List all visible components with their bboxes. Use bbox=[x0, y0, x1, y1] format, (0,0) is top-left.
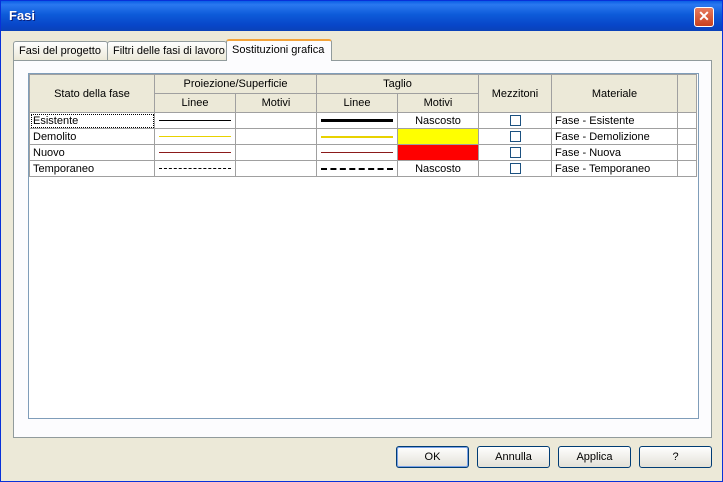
material-cell[interactable]: Fase - Demolizione bbox=[551, 128, 678, 145]
table-row[interactable]: Demolito Fase - Demolizione bbox=[29, 128, 697, 145]
row-spacer bbox=[677, 112, 697, 129]
cut-line-cell[interactable] bbox=[316, 160, 398, 177]
line-sample bbox=[159, 136, 231, 137]
header-proiezione[interactable]: Proiezione/Superficie bbox=[154, 74, 317, 94]
table-row[interactable]: Esistente Nascosto Fase - Esistente bbox=[29, 112, 697, 129]
phases-dialog: Fasi ✕ Fasi del progetto Filtri delle fa… bbox=[0, 0, 723, 482]
projection-line-cell[interactable] bbox=[154, 160, 236, 177]
line-sample bbox=[159, 168, 231, 169]
tab-label: Fasi del progetto bbox=[19, 45, 101, 57]
header-materiale[interactable]: Materiale bbox=[551, 74, 678, 113]
window-title: Fasi bbox=[9, 8, 36, 23]
material-cell[interactable]: Fase - Nuova bbox=[551, 144, 678, 161]
line-sample bbox=[321, 167, 393, 170]
cut-pattern-cell[interactable] bbox=[397, 128, 479, 145]
projection-line-cell[interactable] bbox=[154, 144, 236, 161]
apply-button[interactable]: Applica bbox=[558, 446, 631, 468]
line-sample bbox=[321, 135, 393, 138]
halftone-checkbox[interactable] bbox=[509, 131, 521, 143]
header-spacer bbox=[677, 74, 697, 113]
ok-button[interactable]: OK bbox=[396, 446, 469, 468]
row-spacer bbox=[677, 160, 697, 177]
cut-pattern-cell[interactable] bbox=[397, 144, 479, 161]
close-button[interactable]: ✕ bbox=[694, 7, 714, 27]
close-icon: ✕ bbox=[698, 8, 710, 24]
header-row: Stato della fase Proiezione/Superficie T… bbox=[29, 74, 697, 113]
overrides-table: Stato della fase Proiezione/Superficie T… bbox=[29, 74, 697, 177]
header-proiezione-linee[interactable]: Linee bbox=[154, 93, 236, 113]
title-bar: Fasi ✕ bbox=[1, 1, 722, 31]
halftone-cell[interactable] bbox=[478, 160, 552, 177]
cut-line-cell[interactable] bbox=[316, 112, 398, 129]
header-stato[interactable]: Stato della fase bbox=[29, 74, 155, 113]
cut-line-cell[interactable] bbox=[316, 144, 398, 161]
material-cell[interactable]: Fase - Temporaneo bbox=[551, 160, 678, 177]
tab-panel: Stato della fase Proiezione/Superficie T… bbox=[13, 60, 712, 438]
table-row[interactable]: Temporaneo Nascosto Fase - Temporaneo bbox=[29, 160, 697, 177]
halftone-checkbox[interactable] bbox=[509, 147, 521, 159]
row-spacer bbox=[677, 144, 697, 161]
cut-pattern-cell[interactable]: Nascosto bbox=[397, 112, 479, 129]
projection-pattern-cell[interactable] bbox=[235, 112, 317, 129]
tab-label: Sostituzioni grafica bbox=[232, 44, 325, 56]
header-taglio-linee[interactable]: Linee bbox=[316, 93, 398, 113]
cut-line-cell[interactable] bbox=[316, 128, 398, 145]
phase-name-cell[interactable]: Demolito bbox=[29, 128, 155, 145]
line-sample bbox=[321, 152, 393, 153]
phase-name-cell[interactable]: Esistente bbox=[29, 112, 155, 129]
header-taglio[interactable]: Taglio bbox=[316, 74, 479, 94]
cut-pattern-cell[interactable]: Nascosto bbox=[397, 160, 479, 177]
projection-line-cell[interactable] bbox=[154, 128, 236, 145]
material-cell[interactable]: Fase - Esistente bbox=[551, 112, 678, 129]
tab-filtri-fasi[interactable]: Filtri delle fasi di lavoro bbox=[107, 41, 227, 60]
projection-pattern-cell[interactable] bbox=[235, 160, 317, 177]
line-sample bbox=[159, 120, 231, 121]
halftone-checkbox[interactable] bbox=[509, 115, 521, 127]
line-sample bbox=[321, 119, 393, 122]
line-sample bbox=[159, 152, 231, 153]
projection-pattern-cell[interactable] bbox=[235, 128, 317, 145]
header-proiezione-motivi[interactable]: Motivi bbox=[235, 93, 317, 113]
cancel-button[interactable]: Annulla bbox=[477, 446, 550, 468]
projection-line-cell[interactable] bbox=[154, 112, 236, 129]
halftone-cell[interactable] bbox=[478, 112, 552, 129]
header-mezzitoni[interactable]: Mezzitoni bbox=[478, 74, 552, 113]
phase-name-cell[interactable]: Temporaneo bbox=[29, 160, 155, 177]
table-row[interactable]: Nuovo Fase - Nuova bbox=[29, 144, 697, 161]
halftone-cell[interactable] bbox=[478, 128, 552, 145]
header-taglio-motivi[interactable]: Motivi bbox=[397, 93, 479, 113]
row-spacer bbox=[677, 128, 697, 145]
tab-label: Filtri delle fasi di lavoro bbox=[113, 45, 225, 57]
overrides-grid: Stato della fase Proiezione/Superficie T… bbox=[28, 73, 699, 419]
help-button[interactable]: ? bbox=[639, 446, 712, 468]
projection-pattern-cell[interactable] bbox=[235, 144, 317, 161]
phase-name-cell[interactable]: Nuovo bbox=[29, 144, 155, 161]
halftone-cell[interactable] bbox=[478, 144, 552, 161]
halftone-checkbox[interactable] bbox=[509, 163, 521, 175]
tab-fasi-del-progetto[interactable]: Fasi del progetto bbox=[13, 41, 108, 60]
tab-sostituzioni-grafica[interactable]: Sostituzioni grafica bbox=[226, 39, 332, 61]
